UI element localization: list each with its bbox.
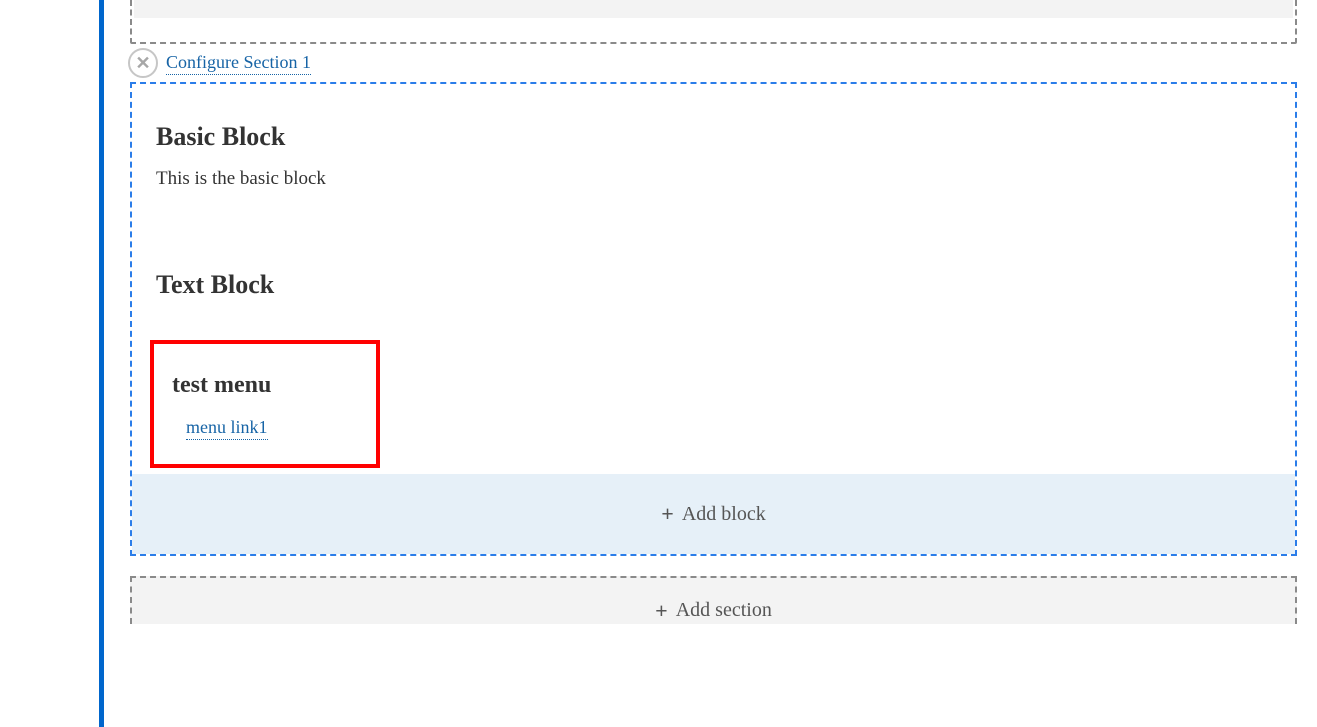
basic-block-body: This is the basic block [156, 168, 1271, 190]
add-block-label: Add block [682, 503, 766, 526]
menu-block-title: test menu [172, 372, 358, 399]
add-section-label: Add section [676, 599, 772, 622]
remove-section-button[interactable]: ✕ [128, 48, 158, 78]
content-column: ✕ Configure Section 1 Basic Block This i… [130, 0, 1297, 624]
plus-icon: + [655, 600, 668, 622]
section-1: Basic Block This is the basic block Text… [130, 82, 1297, 556]
basic-block-title: Basic Block [156, 122, 1271, 152]
layout-builder-page: ✕ Configure Section 1 Basic Block This i… [0, 0, 1317, 727]
vertical-accent-bar [99, 0, 104, 727]
configure-section-link[interactable]: Configure Section 1 [166, 52, 311, 75]
section-1-inner: Basic Block This is the basic block Text… [132, 84, 1295, 468]
text-block-title: Text Block [156, 270, 1271, 300]
previous-section-remnant [130, 0, 1297, 44]
menu-link-1[interactable]: menu link1 [186, 417, 268, 440]
menu-block-highlighted: test menu menu link1 [150, 340, 380, 468]
add-block-button[interactable]: + Add block [132, 474, 1295, 554]
previous-section-remnant-inner [130, 0, 1297, 44]
close-icon: ✕ [135, 54, 150, 72]
add-section-button[interactable]: + Add section [130, 576, 1297, 624]
plus-icon: + [661, 503, 674, 525]
section-header: ✕ Configure Section 1 [130, 52, 1297, 82]
